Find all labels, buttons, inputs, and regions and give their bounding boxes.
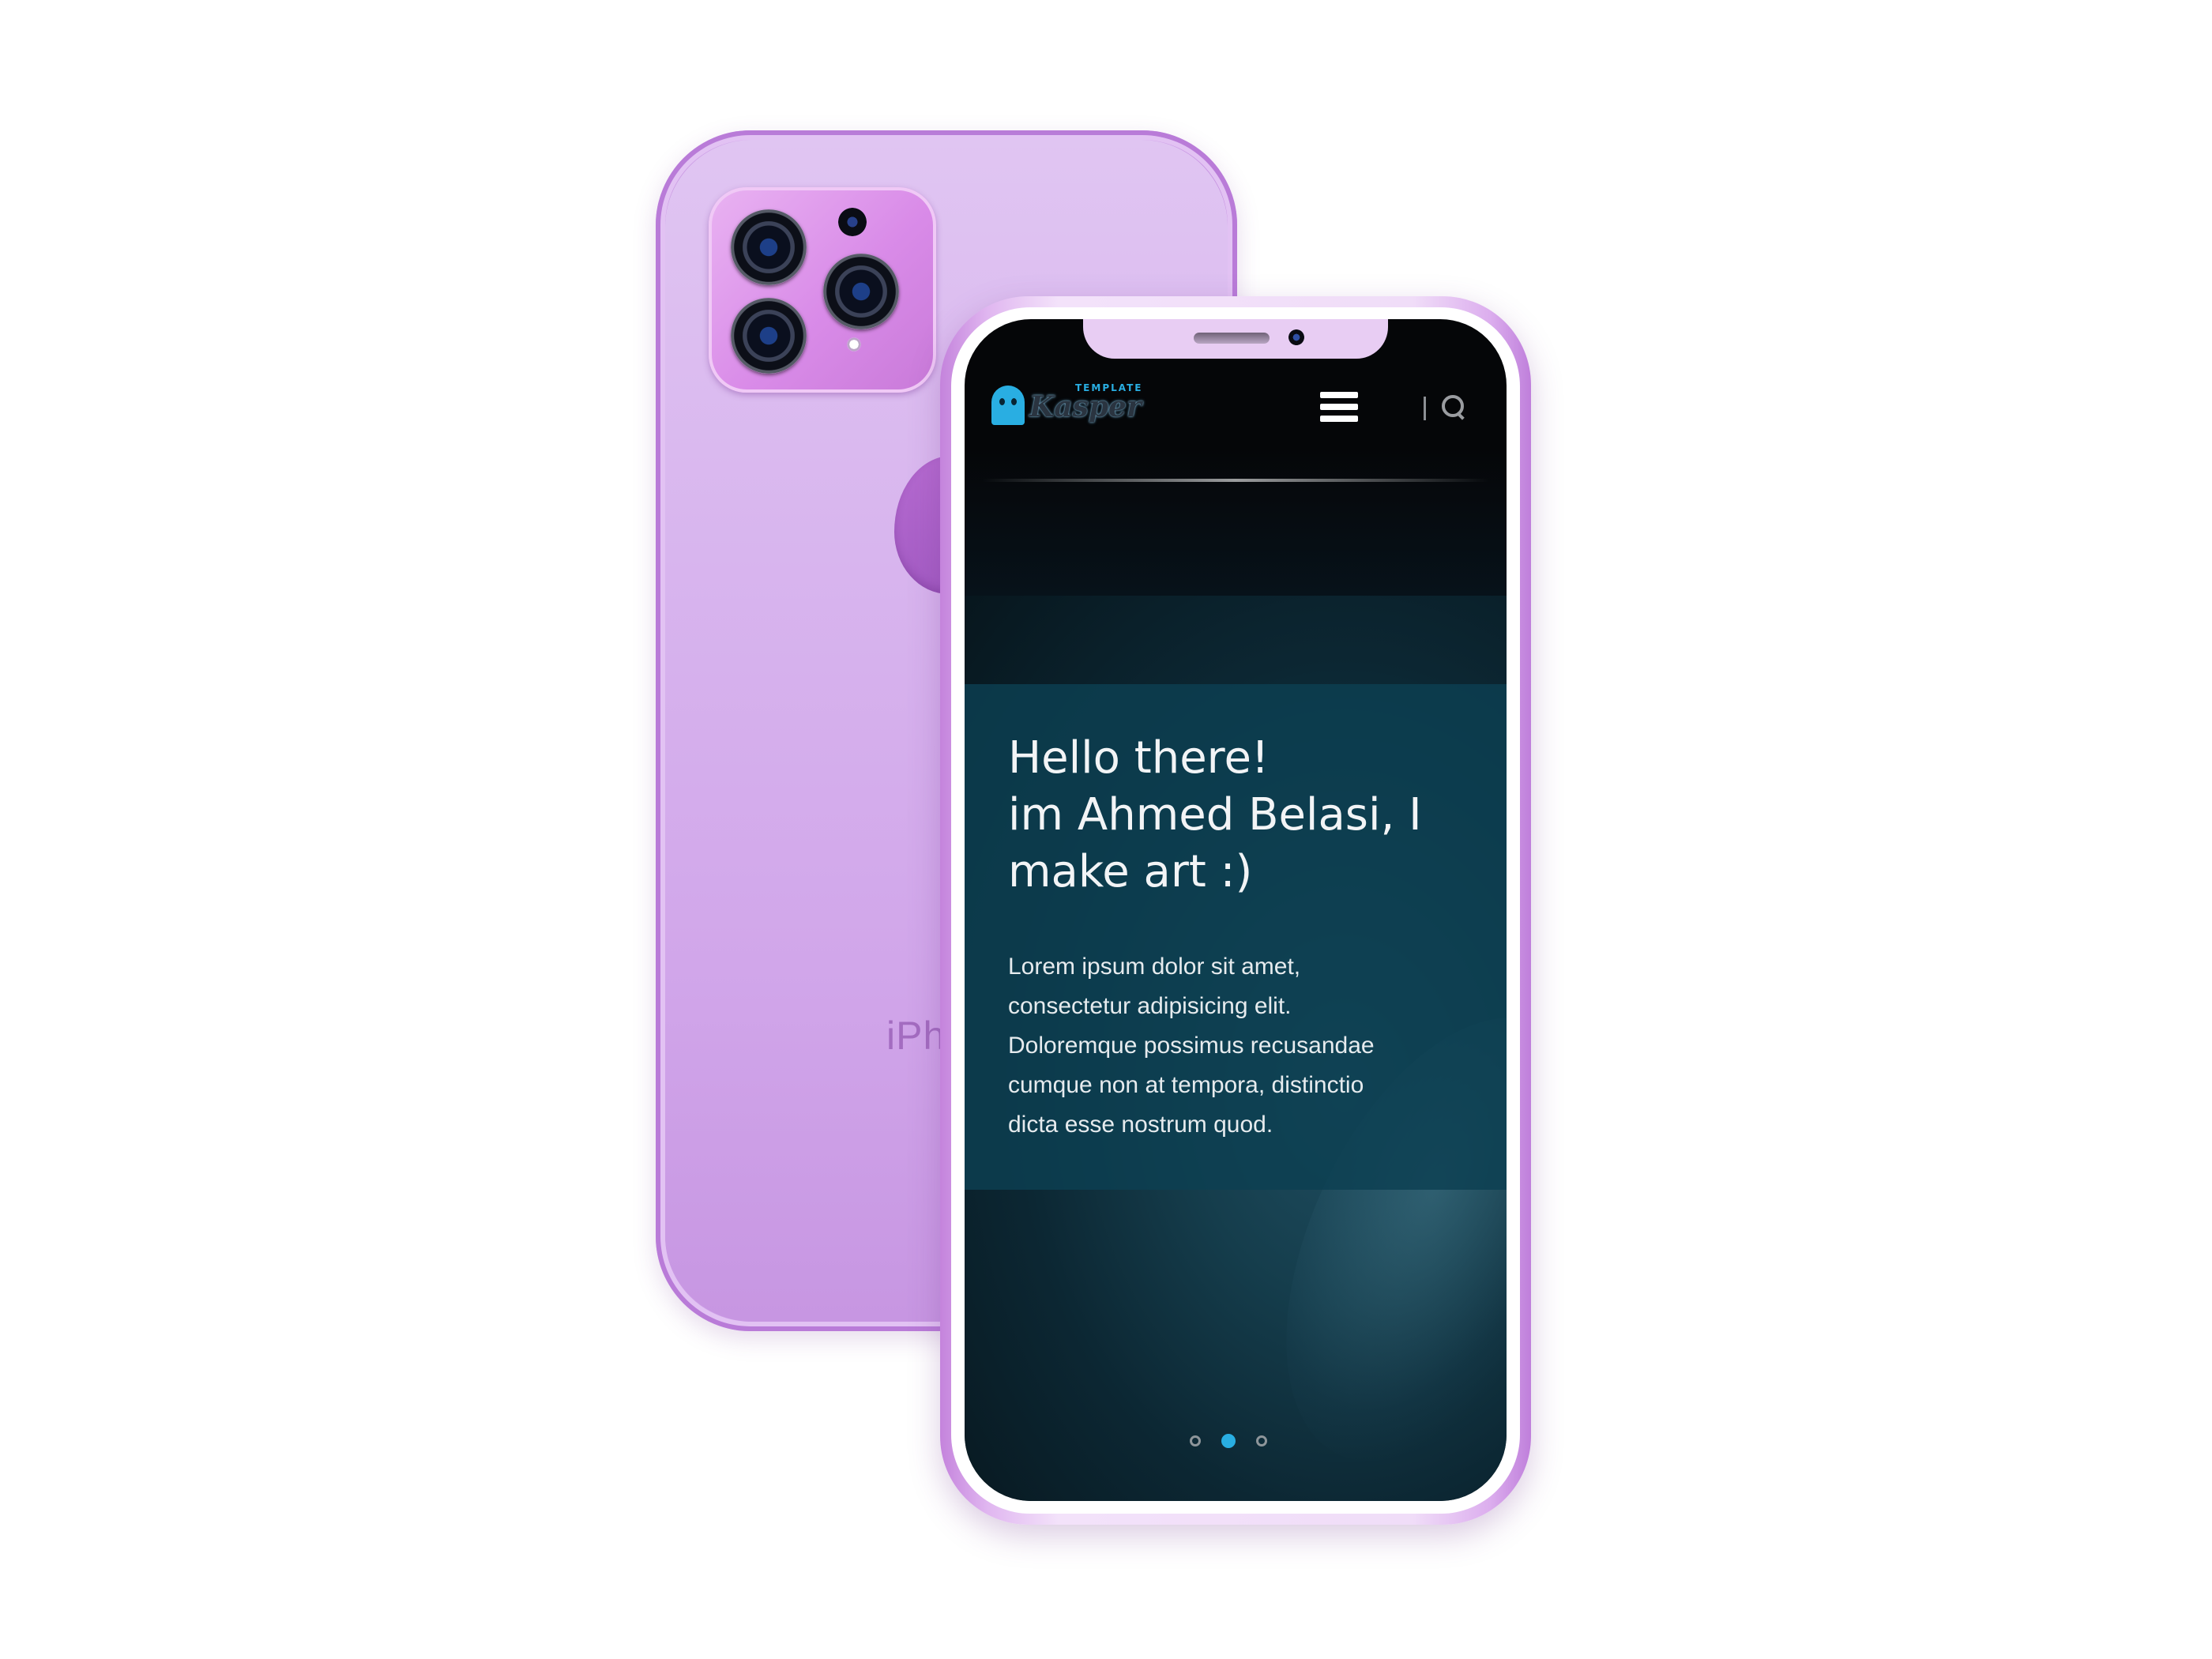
- flash-icon: [847, 337, 861, 352]
- camera-lens-icon: [731, 298, 807, 374]
- ghost-icon[interactable]: [991, 386, 1025, 425]
- camera-module: [709, 187, 936, 393]
- phone-screen: TEMPLATE Kasper Hello there! im Ahmed Be…: [965, 319, 1507, 1501]
- nav-underline: [982, 479, 1489, 482]
- hero-text-line: Doloremque possimus recusandae: [1008, 1033, 1375, 1059]
- hero-top-shade: [965, 446, 1507, 596]
- hamburger-menu-icon[interactable]: [1320, 392, 1358, 422]
- lidar-sensor-icon: [838, 208, 867, 236]
- hero-title-line: im Ahmed Belasi, I: [1008, 789, 1422, 841]
- front-phone: TEMPLATE Kasper Hello there! im Ahmed Be…: [940, 296, 1531, 1525]
- hero-title: Hello there! im Ahmed Belasi, I make art…: [1008, 730, 1450, 901]
- hero-text-line: Lorem ipsum dolor sit amet,: [1008, 954, 1301, 980]
- hero-title-line: make art :): [1008, 846, 1253, 897]
- hero-paragraph: Lorem ipsum dolor sit amet, consectetur …: [1008, 947, 1450, 1145]
- site-logo[interactable]: Kasper: [1029, 390, 1142, 423]
- hero-text-line: dicta esse nostrum quod.: [1008, 1112, 1273, 1138]
- hero-text-line: cumque non at tempora, distinctio: [1008, 1072, 1364, 1098]
- camera-lens-icon: [823, 254, 899, 329]
- front-camera-icon: [1288, 329, 1304, 345]
- earpiece-speaker-icon: [1194, 333, 1270, 344]
- search-icon[interactable]: [1442, 395, 1464, 417]
- camera-lens-icon: [731, 209, 807, 285]
- site-navbar: TEMPLATE Kasper: [965, 359, 1507, 482]
- hero-title-line: Hello there!: [1008, 732, 1270, 784]
- slider-dot[interactable]: [1190, 1435, 1201, 1446]
- slider-dot-active[interactable]: [1221, 1434, 1236, 1448]
- nav-divider: [1424, 397, 1426, 420]
- slider-dot[interactable]: [1256, 1435, 1267, 1446]
- slider-dots: [1190, 1434, 1267, 1448]
- notch: [1083, 319, 1388, 359]
- hero-text-line: consectetur adipisicing elit.: [1008, 993, 1292, 1019]
- hero-panel: Hello there! im Ahmed Belasi, I make art…: [965, 684, 1507, 1190]
- back-brand-text: iPh: [886, 1014, 946, 1058]
